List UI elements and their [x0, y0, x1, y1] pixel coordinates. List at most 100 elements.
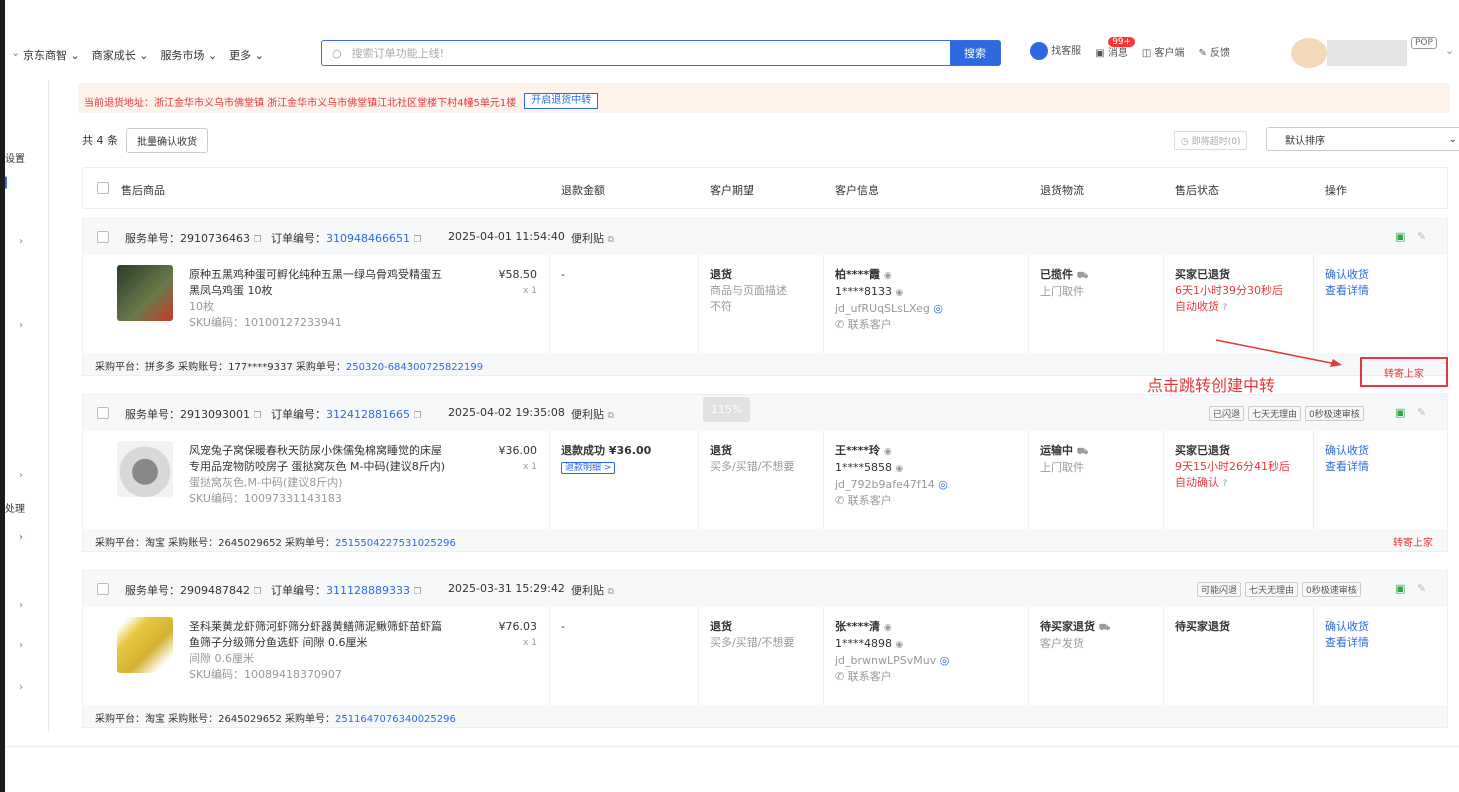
batch-confirm-button[interactable]: 批量确认收货 — [126, 127, 208, 153]
eye-icon[interactable]: ◉ — [884, 447, 892, 457]
copy-icon[interactable]: ❐ — [413, 411, 421, 421]
copy-icon[interactable]: ❐ — [413, 587, 421, 597]
chat-icon[interactable]: ◎ — [933, 302, 943, 315]
chevron-down-icon[interactable]: ⌄ — [11, 46, 20, 59]
sticky-note[interactable]: 便利贴 ⧉ — [571, 582, 614, 598]
truck-icon[interactable]: ⛟ — [1077, 271, 1088, 281]
sidebar-label-process[interactable]: 处理 — [5, 500, 25, 515]
confirm-receipt-link[interactable]: 确认收货 — [1325, 443, 1369, 459]
avatar[interactable] — [1291, 38, 1327, 68]
confirm-receipt-link[interactable]: 确认收货 — [1325, 619, 1369, 635]
order-number-link[interactable]: 312412881665 — [326, 408, 410, 421]
nav-item-shangzhi[interactable]: 京东商智 ⌄ — [23, 47, 80, 63]
customer-service-link[interactable]: 找客服 — [1030, 42, 1081, 60]
help-icon[interactable]: ? — [1223, 479, 1228, 489]
after-sale-status: 买家已退货 6天1小时39分30秒后 自动收货 ? — [1175, 268, 1283, 313]
search-icon: ○ — [332, 46, 342, 60]
search-input[interactable]: 搜索订单功能上线! — [342, 45, 950, 61]
copy-icon[interactable]: ❐ — [254, 235, 262, 245]
sidebar-expand-icon[interactable]: › — [19, 682, 23, 693]
sticky-note[interactable]: 便利贴 ⧉ — [571, 406, 614, 422]
purchase-order-link[interactable]: 250320-684300725822199 — [346, 362, 483, 373]
search-button[interactable]: 搜索 — [950, 41, 1000, 65]
customer-expectation: 退货 商品与页面描述 不符 — [710, 268, 787, 313]
order-number-link[interactable]: 311128889333 — [326, 584, 410, 597]
eye-icon[interactable]: ◉ — [896, 640, 904, 650]
jd-icon[interactable]: ▣ — [1395, 230, 1405, 243]
eye-icon[interactable]: ◉ — [884, 271, 892, 281]
sidebar-expand-icon[interactable]: › — [19, 640, 23, 651]
copy-icon[interactable]: ❐ — [254, 411, 262, 421]
view-details-link[interactable]: 查看详情 — [1325, 459, 1369, 475]
nav-item-market[interactable]: 服务市场 ⌄ — [160, 47, 217, 63]
note-icon: ⧉ — [607, 411, 614, 421]
order-number-link[interactable]: 310948466651 — [326, 232, 410, 245]
copy-icon[interactable]: ❐ — [254, 587, 262, 597]
forward-upstream-button[interactable]: 转寄上家 — [1393, 534, 1433, 549]
copy-icon[interactable]: ❐ — [413, 235, 421, 245]
nav-item-more[interactable]: 更多 ⌄ — [229, 47, 264, 63]
product-title[interactable]: 原种五黑鸡种蛋可孵化纯种五黑一绿乌骨鸡受精蛋五 黑凤乌鸡蛋 10枚 — [189, 267, 499, 299]
product-title[interactable]: 圣科莱黄龙虾筛河虾筛分虾器黄鳝筛泥鳅筛虾苗虾篇 鱼筛子分级筛分鱼选虾 间隙 0.6… — [189, 619, 499, 651]
enable-relay-button[interactable]: 开启退货中转 — [524, 93, 599, 109]
edit-icon[interactable]: ✎ — [1417, 230, 1426, 243]
messages-link[interactable]: ▣ 消息 99+ — [1095, 36, 1136, 59]
account-chevron-icon[interactable]: ⌄ — [1445, 44, 1454, 57]
contact-customer-link[interactable]: ✆ 联系客户 — [835, 669, 949, 685]
truck-icon[interactable]: ⛟ — [1099, 623, 1110, 633]
edit-icon[interactable]: ✎ — [1417, 582, 1426, 595]
purchase-order-link[interactable]: 2515504227531025296 — [335, 538, 456, 549]
timeout-filter[interactable]: ◷ 即将超时(0) — [1174, 131, 1248, 150]
client-link[interactable]: ◫ 客户端 — [1142, 44, 1185, 59]
clock-icon: ◷ — [1181, 137, 1189, 147]
order-checkbox[interactable] — [97, 583, 109, 595]
chat-icon[interactable]: ◎ — [940, 654, 950, 667]
sidebar-expand-icon[interactable]: › — [19, 320, 23, 331]
col-product: 售后商品 — [121, 184, 165, 197]
purchase-info: 采购平台：淘宝 采购账号：2645029652 采购单号：25155042275… — [95, 538, 456, 549]
eye-icon[interactable]: ◉ — [896, 464, 904, 474]
product-image[interactable] — [117, 265, 173, 321]
order-checkbox[interactable] — [97, 407, 109, 419]
product-title[interactable]: 风宠兔子窝保暖春秋天防尿小侏儒兔棉窝睡觉的床屋 专用品宠物防咬房子 蛋挞窝灰色 M… — [189, 443, 499, 475]
sidebar-expand-icon[interactable]: › — [19, 236, 23, 247]
sidebar-label-settings[interactable]: 设置 — [5, 150, 25, 165]
contact-customer-link[interactable]: ✆ 联系客户 — [835, 493, 948, 509]
eye-icon[interactable]: ◉ — [896, 288, 904, 298]
sticky-note[interactable]: 便利贴 ⧉ — [571, 230, 614, 246]
order-number: 订单编号：310948466651 ❐ — [271, 232, 422, 245]
help-icon[interactable]: ? — [1223, 303, 1228, 313]
col-expect: 客户期望 — [710, 184, 754, 197]
product-sku: SKU编码：10100127233941 — [189, 316, 342, 329]
sidebar-expand-icon[interactable]: › — [19, 600, 23, 611]
jd-icon[interactable]: ▣ — [1395, 406, 1405, 419]
sort-select[interactable]: 默认排序 ⌄ — [1266, 127, 1459, 151]
eye-icon[interactable]: ◉ — [884, 623, 892, 633]
truck-icon[interactable]: ⛟ — [1077, 447, 1088, 457]
chat-icon[interactable]: ◎ — [938, 478, 948, 491]
feedback-link[interactable]: ✎ 反馈 — [1198, 44, 1230, 59]
view-details-link[interactable]: 查看详情 — [1325, 635, 1369, 651]
col-refund: 退款金额 — [561, 184, 605, 197]
confirm-receipt-link[interactable]: 确认收货 — [1325, 267, 1369, 283]
purchase-info: 采购平台：拼多多 采购账号：177****9337 采购单号：250320-68… — [95, 362, 484, 373]
view-details-link[interactable]: 查看详情 — [1325, 283, 1369, 299]
order-checkbox[interactable] — [97, 231, 109, 243]
purchase-order-link[interactable]: 2511647076340025296 — [335, 714, 456, 725]
badge-flash-return: 已闪退 — [1209, 406, 1245, 421]
sidebar-expand-icon[interactable]: › — [19, 470, 23, 481]
product-image[interactable] — [117, 617, 173, 673]
refund-detail-link[interactable]: 退款明细 > — [561, 462, 616, 474]
edit-icon[interactable]: ✎ — [1417, 406, 1426, 419]
jd-icon[interactable]: ▣ — [1395, 582, 1405, 595]
robot-icon — [1030, 42, 1048, 60]
product-info: 风宠兔子窝保暖春秋天防尿小侏儒兔棉窝睡觉的床屋 专用品宠物防咬房子 蛋挞窝灰色 M… — [189, 443, 499, 507]
message-badge: 99+ — [1108, 36, 1136, 47]
sidebar-expand-icon[interactable]: › — [19, 532, 23, 543]
forward-upstream-button[interactable]: 转寄上家 — [1360, 357, 1448, 387]
select-all-checkbox[interactable] — [97, 182, 109, 194]
product-image[interactable] — [117, 441, 173, 497]
nav-item-growth[interactable]: 商家成长 ⌄ — [92, 47, 149, 63]
contact-customer-link[interactable]: ✆ 联系客户 — [835, 317, 943, 333]
product-price: ¥76.03 — [498, 620, 538, 633]
